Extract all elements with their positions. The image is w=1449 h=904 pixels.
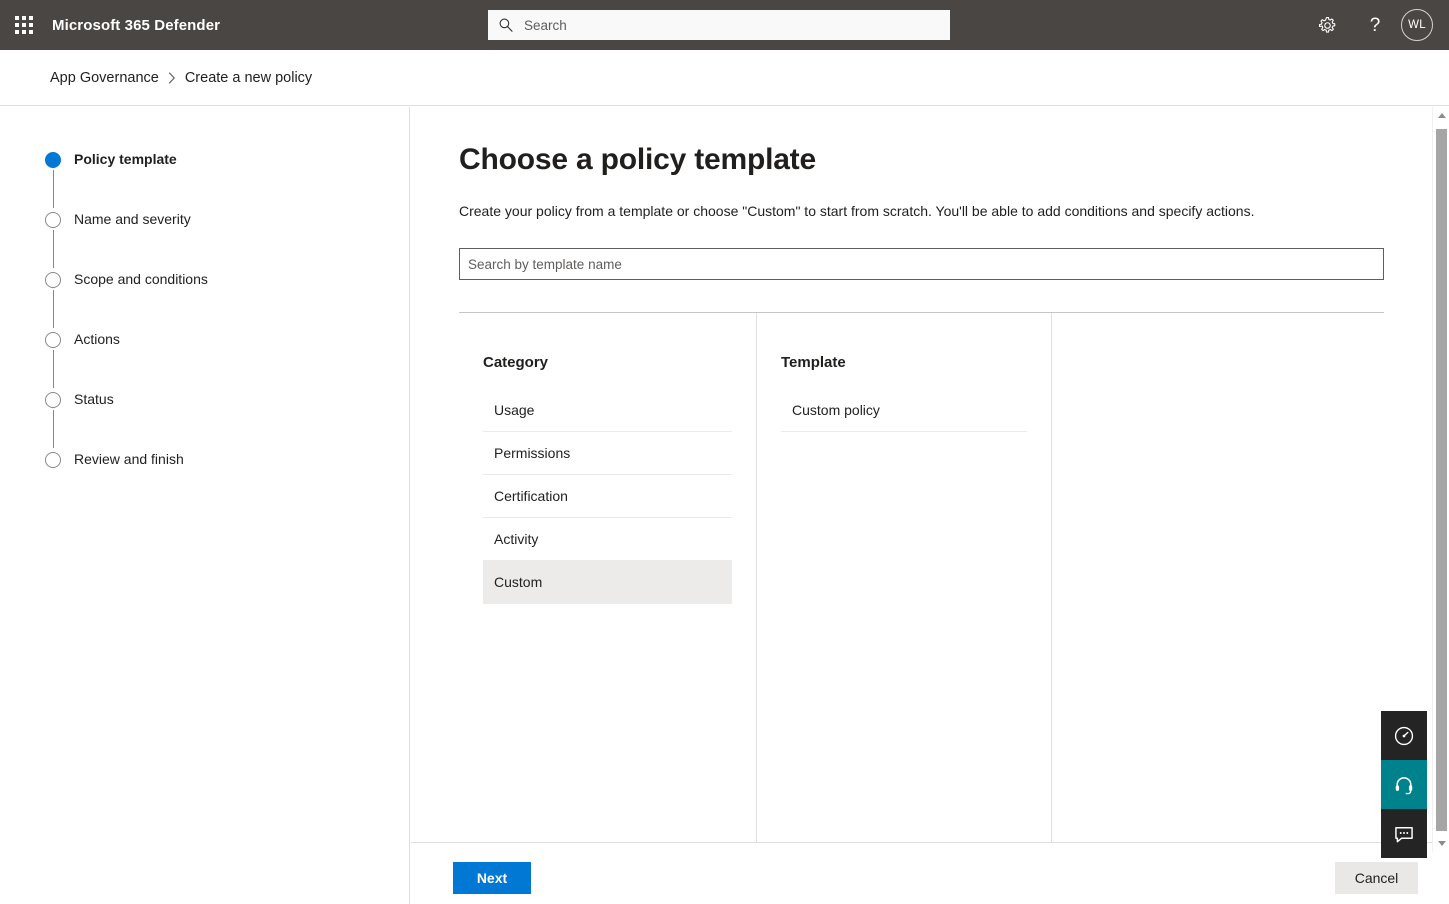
performance-button[interactable] (1381, 711, 1427, 760)
category-item-usage[interactable]: Usage (483, 389, 732, 432)
scroll-down-button[interactable] (1433, 835, 1449, 852)
chevron-right-icon (168, 71, 176, 84)
triangle-down-icon (1437, 841, 1446, 846)
wizard-step-policy-template[interactable]: Policy template (0, 148, 409, 208)
template-search-input[interactable] (468, 256, 1375, 272)
wizard-step-actions[interactable]: Actions (0, 328, 409, 388)
template-picker: Category Usage Permissions Certification… (459, 312, 1384, 842)
step-indicator-icon (45, 392, 61, 408)
avatar[interactable]: WL (1401, 9, 1433, 41)
step-indicator-icon (45, 272, 61, 288)
wizard-step-label: Scope and conditions (74, 271, 208, 287)
step-indicator-icon (45, 332, 61, 348)
settings-button[interactable] (1303, 0, 1351, 50)
wizard-step-name-and-severity[interactable]: Name and severity (0, 208, 409, 268)
category-column: Category Usage Permissions Certification… (459, 313, 757, 842)
triangle-up-icon (1437, 113, 1446, 118)
template-search-field[interactable] (459, 248, 1384, 280)
breadcrumb-item-app-governance[interactable]: App Governance (50, 70, 159, 86)
category-item-label: Certification (494, 488, 568, 504)
template-item-label: Custom policy (792, 402, 880, 418)
template-detail-column (1052, 313, 1384, 842)
wizard-step-review-and-finish[interactable]: Review and finish (0, 448, 409, 508)
category-item-label: Custom (494, 574, 543, 590)
scroll-up-button[interactable] (1433, 107, 1449, 124)
category-item-custom[interactable]: Custom (483, 561, 732, 604)
breadcrumb-item-create-a-new-policy[interactable]: Create a new policy (185, 70, 312, 86)
page-title: Choose a policy template (459, 143, 816, 176)
category-item-certification[interactable]: Certification (483, 475, 732, 518)
step-indicator-icon (45, 212, 61, 228)
wizard-step-rail: Policy template Name and severity Scope … (0, 107, 410, 904)
floating-action-rail (1381, 711, 1427, 858)
question-mark-icon: ? (1369, 14, 1381, 36)
wizard-step-scope-and-conditions[interactable]: Scope and conditions (0, 268, 409, 328)
category-item-label: Permissions (494, 445, 571, 461)
support-button[interactable] (1381, 760, 1427, 809)
feedback-button[interactable] (1381, 809, 1427, 858)
page-scrollbar[interactable] (1432, 107, 1449, 852)
main-content: Choose a policy template Create your pol… (411, 107, 1438, 842)
global-search-input[interactable] (524, 17, 940, 33)
breadcrumb: App Governance Create a new policy (0, 50, 1449, 106)
next-button[interactable]: Next (453, 862, 531, 894)
step-indicator-icon (45, 152, 61, 168)
search-icon (499, 18, 513, 32)
cancel-button[interactable]: Cancel (1335, 862, 1418, 894)
page-description: Create your policy from a template or ch… (459, 203, 1255, 219)
template-heading: Template (781, 354, 846, 371)
template-column: Template Custom policy (757, 313, 1052, 842)
suite-title: Microsoft 365 Defender (52, 16, 221, 34)
help-button[interactable]: ? (1351, 0, 1399, 50)
step-connector (52, 230, 54, 268)
category-item-label: Usage (494, 402, 535, 418)
wizard-footer: Next Cancel (411, 842, 1449, 904)
gear-icon (1318, 16, 1335, 33)
category-item-permissions[interactable]: Permissions (483, 432, 732, 475)
performance-gauge-icon (1394, 726, 1414, 745)
scrollbar-thumb[interactable] (1436, 129, 1447, 831)
category-item-activity[interactable]: Activity (483, 518, 732, 561)
wizard-step-status[interactable]: Status (0, 388, 409, 448)
wizard-step-label: Actions (74, 331, 120, 347)
category-list: Usage Permissions Certification Activity… (459, 389, 756, 604)
wizard-step-label: Policy template (74, 151, 177, 167)
wizard-step-label: Status (74, 391, 114, 407)
suite-actions: ? WL (1303, 0, 1449, 50)
step-connector (52, 410, 54, 448)
app-launcher-button[interactable] (0, 0, 48, 50)
feedback-chat-icon (1395, 826, 1413, 842)
suite-header: Microsoft 365 Defender ? WL (0, 0, 1449, 50)
wizard-step-label: Name and severity (74, 211, 191, 227)
step-indicator-icon (45, 452, 61, 468)
support-headset-icon (1395, 776, 1413, 794)
category-item-label: Activity (494, 531, 539, 547)
global-search[interactable] (488, 10, 950, 40)
step-connector (52, 290, 54, 328)
template-item-custom-policy[interactable]: Custom policy (781, 389, 1027, 432)
category-heading: Category (483, 354, 549, 371)
waffle-icon (15, 16, 33, 34)
step-connector (52, 350, 54, 388)
template-list: Custom policy (757, 389, 1051, 432)
step-connector (52, 170, 54, 208)
wizard-step-label: Review and finish (74, 451, 184, 467)
